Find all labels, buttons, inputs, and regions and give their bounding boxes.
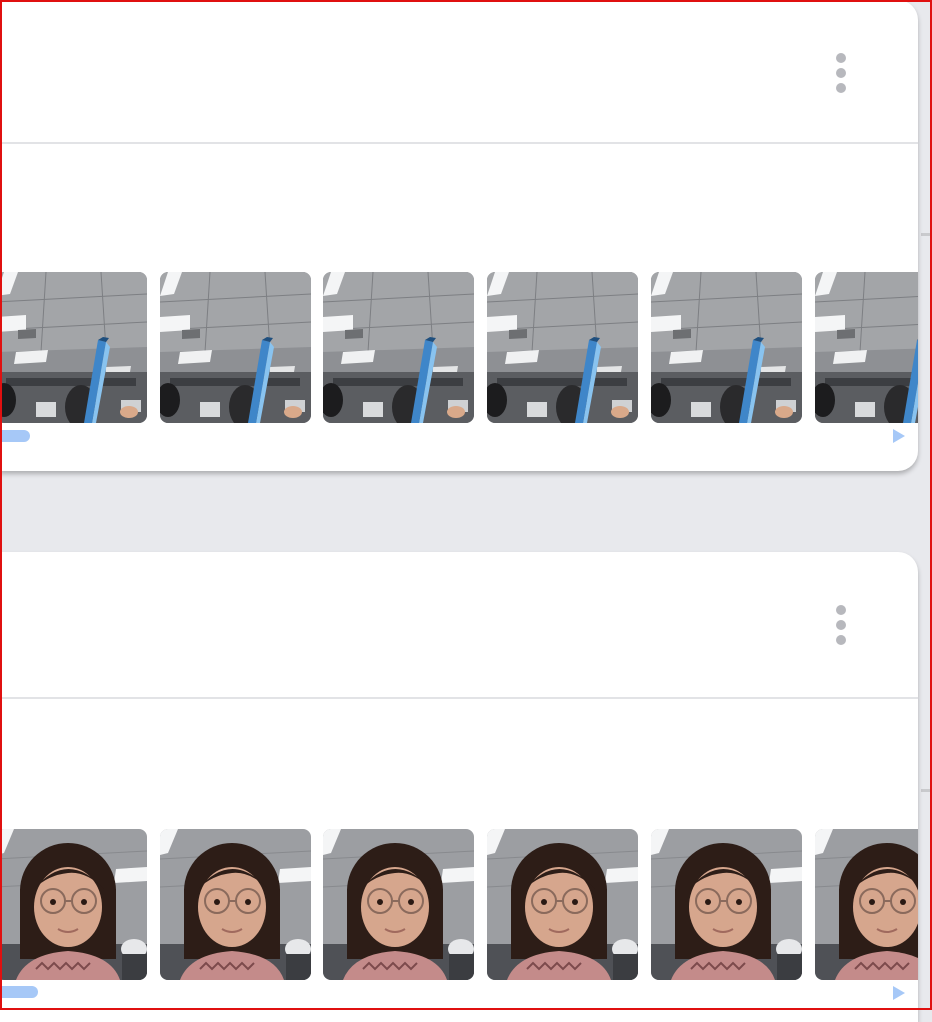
image-card-1 <box>0 0 918 471</box>
thumbnail-image[interactable] <box>323 272 474 423</box>
thumbnail-image[interactable] <box>487 829 638 980</box>
thumbnail-image[interactable] <box>815 829 918 980</box>
scrollbar-thumb[interactable] <box>0 986 38 998</box>
thumbnail-strip[interactable] <box>0 272 918 424</box>
card-header <box>0 552 918 699</box>
thumbnail-image[interactable] <box>815 272 918 423</box>
play-right-icon[interactable] <box>893 429 905 443</box>
scrollbar-thumb[interactable] <box>0 430 30 442</box>
thumbnail-image[interactable] <box>0 829 147 980</box>
thumbnail-image[interactable] <box>160 829 311 980</box>
image-card-2 <box>0 552 918 1022</box>
thumbnail-strip[interactable] <box>0 829 918 981</box>
thumbnail-image[interactable] <box>651 272 802 423</box>
scrollbar-tick <box>921 233 932 236</box>
more-vert-icon[interactable] <box>828 600 854 650</box>
card-header <box>0 0 918 144</box>
thumbnail-image[interactable] <box>160 272 311 423</box>
play-right-icon[interactable] <box>893 986 905 1000</box>
thumbnail-image[interactable] <box>323 829 474 980</box>
scrollbar-tick <box>921 789 932 792</box>
thumbnail-image[interactable] <box>487 272 638 423</box>
more-vert-icon[interactable] <box>828 48 854 98</box>
thumbnail-image[interactable] <box>651 829 802 980</box>
thumbnail-image[interactable] <box>0 272 147 423</box>
